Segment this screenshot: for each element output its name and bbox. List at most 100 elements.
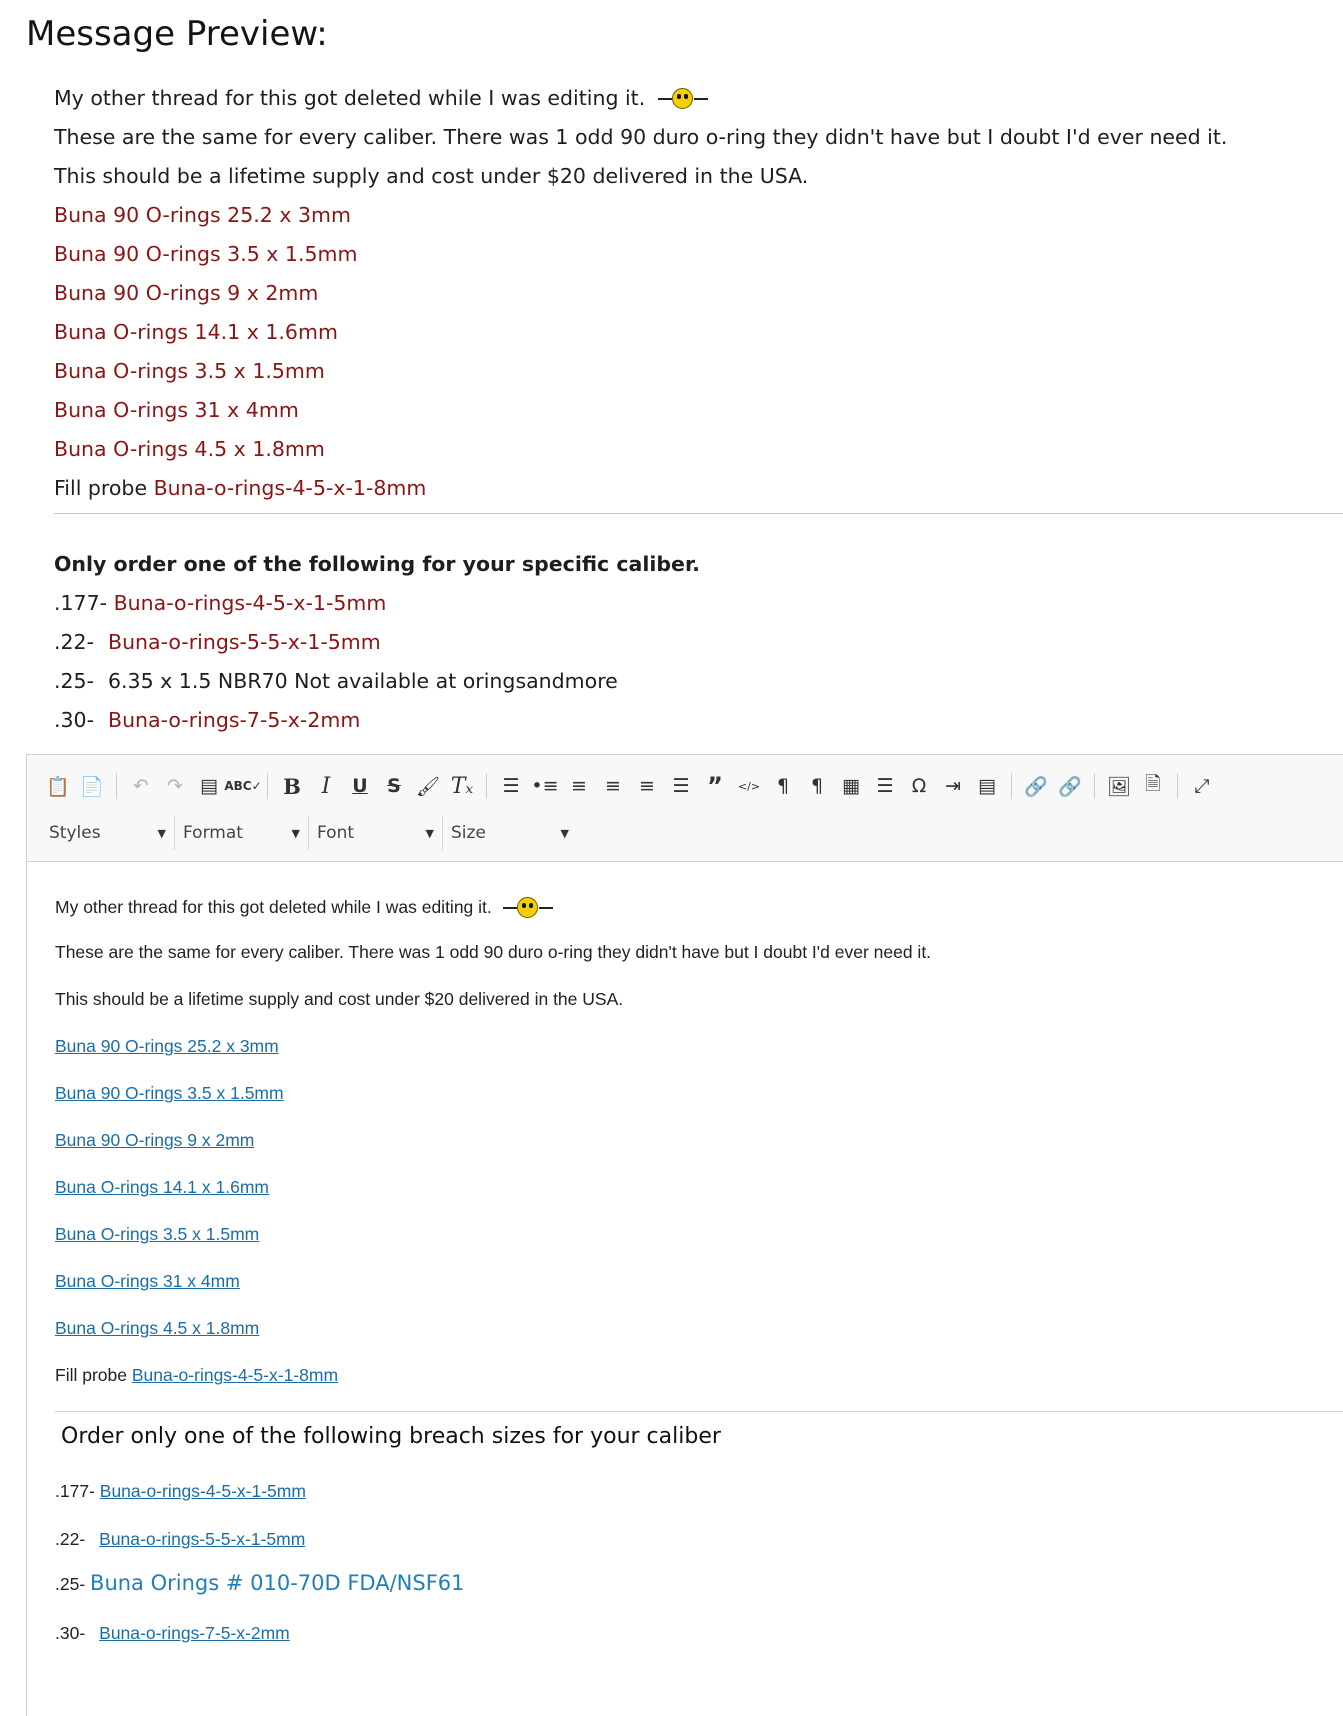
blockquote-icon[interactable]: ” [698,770,732,802]
align-right-icon[interactable]: ≡ [630,770,664,802]
image-icon[interactable]: 🖼 [1102,770,1136,802]
unlink-icon[interactable]: 🔗 [1053,770,1087,802]
emoticon-icon [657,88,708,110]
caliber-label: .30- [55,1623,86,1643]
format-dropdown[interactable]: Format ▼ [175,816,309,850]
dropdown-label: Format [183,823,243,843]
caliber-label: .25- [55,1574,86,1594]
chevron-down-icon: ▼ [560,826,569,840]
editor-link[interactable]: Buna O-rings 31 x 4mm [55,1271,240,1292]
preview-link[interactable]: Buna-o-rings-5-5-x-1-5mm [108,630,381,654]
preview-link[interactable]: Buna-o-rings-4-5-x-1-5mm [114,591,387,615]
div-container-icon[interactable]: </> [732,770,766,802]
editor-link[interactable]: Buna-o-rings-4-5-x-1-8mm [132,1365,338,1385]
remove-format-icon[interactable]: Tₓ [445,770,479,802]
rich-text-editor[interactable]: 📋 📄 ↶ ↷ ▤ ABC✓ B I U S 🖌 Tₓ ☰ •≡ ≡ ≡ ≡ ☰… [26,754,1343,1716]
justify-icon[interactable]: ☰ [664,770,698,802]
preview-link[interactable]: Buna O-rings 14.1 x 1.6mm [54,320,338,344]
bulleted-list-icon[interactable]: •≡ [528,770,562,802]
chevron-down-icon: ▼ [157,826,166,840]
editor-divider [55,1411,1343,1412]
rtl-icon[interactable]: ¶ [800,770,834,802]
underline-icon[interactable]: U [343,770,377,802]
preview-line: My other thread for this got deleted whi… [54,86,708,110]
emoticon-icon [502,897,553,919]
preview-line: This should be a lifetime supply and cos… [54,164,809,188]
ltr-icon[interactable]: ¶ [766,770,800,802]
align-left-icon[interactable]: ≡ [562,770,596,802]
preview-caliber-row: .25- 6.35 x 1.5 NBR70 Not available at or… [54,669,618,693]
editor-link[interactable]: Buna-o-rings-5-5-x-1-5mm [99,1529,305,1549]
editor-text: My other thread for this got deleted whi… [55,897,492,917]
size-dropdown[interactable]: Size ▼ [443,816,577,850]
editor-caliber-row: .30- Buna-o-rings-7-5-x-2mm [55,1623,290,1644]
preview-caliber-row: .30- Buna-o-rings-7-5-x-2mm [54,708,360,732]
editor-link[interactable]: Buna 90 O-rings 3.5 x 1.5mm [55,1083,284,1104]
font-dropdown[interactable]: Font ▼ [309,816,443,850]
preview-link[interactable]: Buna O-rings 3.5 x 1.5mm [54,359,325,383]
horizontal-line-icon[interactable]: ☰ [868,770,902,802]
paste-text-icon[interactable]: 📄 [75,770,109,802]
redo-icon[interactable]: ↷ [158,770,192,802]
editor-line: Fill probe Buna-o-rings-4-5-x-1-8mm [55,1365,338,1386]
editor-line: My other thread for this got deleted whi… [55,897,553,919]
toolbar-separator [1011,773,1012,799]
fill-label: Fill probe [55,1365,127,1385]
format-painter-icon[interactable]: 🖌 [411,770,445,802]
preview-link[interactable]: Buna-o-rings-4-5-x-1-8mm [154,476,427,500]
caliber-label: .22- [54,630,94,654]
editor-link[interactable]: Buna O-rings 4.5 x 1.8mm [55,1318,259,1339]
preview-link[interactable]: Buna O-rings 4.5 x 1.8mm [54,437,325,461]
preview-subheading: Only order one of the following for your… [54,552,700,576]
numbered-list-icon[interactable]: ☰ [494,770,528,802]
toolbar-separator [1177,773,1178,799]
editor-subheading: Order only one of the following breach s… [61,1424,721,1449]
spellcheck-icon[interactable]: ABC✓ [224,770,261,802]
preview-link[interactable]: Buna 90 O-rings 3.5 x 1.5mm [54,242,357,266]
table-icon[interactable]: ▦ [834,770,868,802]
editor-caliber-row: .177- Buna-o-rings-4-5-x-1-5mm [55,1481,306,1502]
preview-text: My other thread for this got deleted whi… [54,86,646,110]
preview-caliber-row: .177- Buna-o-rings-4-5-x-1-5mm [54,591,386,615]
page-title: Message Preview: [26,14,328,54]
editor-line: This should be a lifetime supply and cos… [55,989,624,1009]
editor-link[interactable]: Buna 90 O-rings 9 x 2mm [55,1130,254,1151]
editor-link[interactable]: Buna-o-rings-4-5-x-1-5mm [100,1481,306,1501]
chevron-down-icon: ▼ [425,826,434,840]
preview-link[interactable]: Buna 90 O-rings 25.2 x 3mm [54,203,351,227]
new-page-icon[interactable]: 🗎 [1136,770,1170,802]
undo-icon[interactable]: ↶ [124,770,158,802]
indent-icon[interactable]: ⇥ [936,770,970,802]
strikethrough-icon[interactable]: S [377,770,411,802]
toolbar-separator [1094,773,1095,799]
editor-link[interactable]: Buna O-rings 3.5 x 1.5mm [55,1224,259,1245]
editor-link[interactable]: Buna 90 O-rings 25.2 x 3mm [55,1036,279,1057]
special-character-icon[interactable]: Ω [902,770,936,802]
divider [54,513,1343,514]
fill-label: Fill probe [54,476,148,500]
editor-link[interactable]: Buna O-rings 14.1 x 1.6mm [55,1177,269,1198]
caliber-label: .177- [54,591,108,615]
preview-link[interactable]: Buna 90 O-rings 9 x 2mm [54,281,318,305]
toolbar-combos: Styles ▼ Format ▼ Font ▼ Size ▼ [41,815,577,851]
bold-icon[interactable]: B [275,770,309,802]
maximize-icon[interactable]: ⤢ [1185,770,1219,802]
toolbar-separator [486,773,487,799]
styles-dropdown[interactable]: Styles ▼ [41,816,175,850]
preview-link[interactable]: Buna-o-rings-7-5-x-2mm [108,708,360,732]
paste-icon[interactable]: 📋 [41,770,75,802]
toolbar-separator [116,773,117,799]
editor-toolbar: 📋 📄 ↶ ↷ ▤ ABC✓ B I U S 🖌 Tₓ ☰ •≡ ≡ ≡ ≡ ☰… [27,755,1343,862]
editor-caliber-row: .25- Buna Orings # 010-70D FDA/NSF61 [55,1571,465,1595]
preview-line: These are the same for every caliber. Th… [54,125,1228,149]
editor-link[interactable]: Buna Orings # 010-70D FDA/NSF61 [90,1571,464,1595]
toolbar-buttons: 📋 📄 ↶ ↷ ▤ ABC✓ B I U S 🖌 Tₓ ☰ •≡ ≡ ≡ ≡ ☰… [41,769,1219,803]
page-break-icon[interactable]: ▤ [970,770,1004,802]
align-center-icon[interactable]: ≡ [596,770,630,802]
templates-icon[interactable]: ▤ [192,770,226,802]
italic-icon[interactable]: I [309,770,343,802]
editor-content[interactable]: My other thread for this got deleted whi… [27,861,1343,1716]
editor-link[interactable]: Buna-o-rings-7-5-x-2mm [99,1623,290,1643]
link-icon[interactable]: 🔗 [1019,770,1053,802]
preview-link[interactable]: Buna O-rings 31 x 4mm [54,398,299,422]
